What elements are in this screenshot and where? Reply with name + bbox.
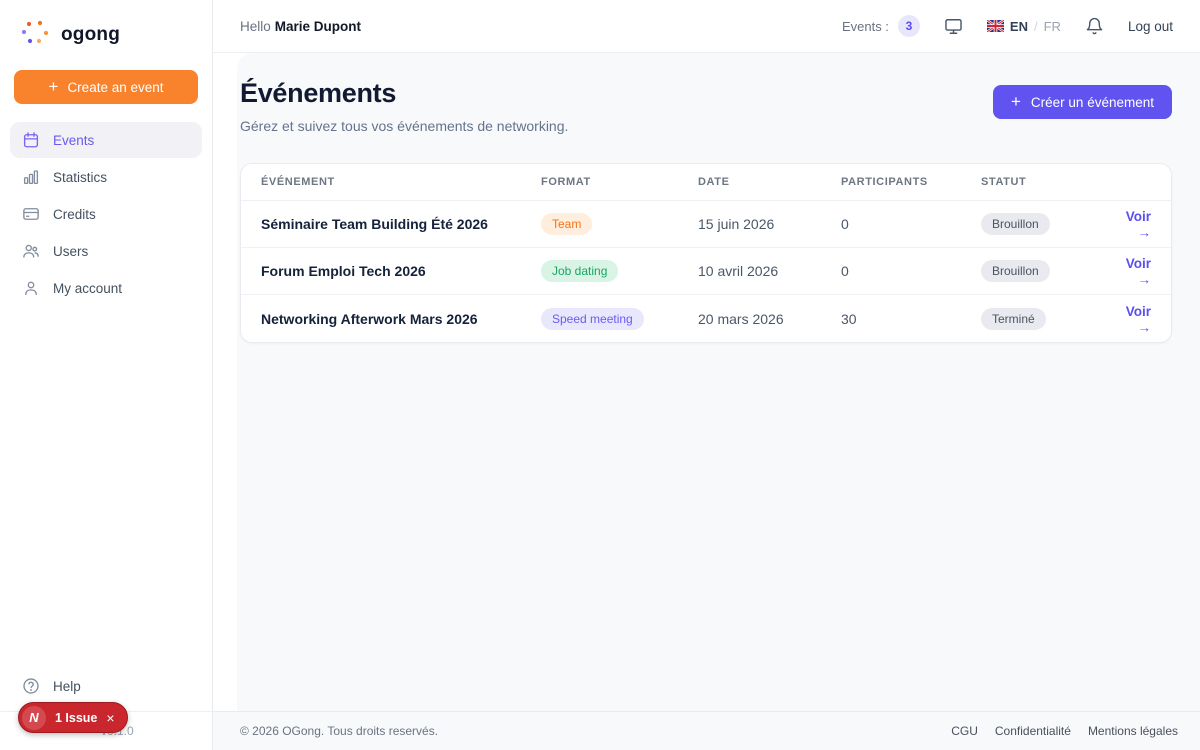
sidebar-nav: Events Statistics Credits Users My accou… <box>0 122 212 306</box>
content-panel: Événements Gérez et suivez tous vos évén… <box>237 53 1200 711</box>
footer-link[interactable]: CGU <box>951 724 978 738</box>
event-participants: 0 <box>841 216 981 232</box>
column-header: DATE <box>698 176 841 188</box>
monitor-icon[interactable] <box>944 17 963 36</box>
event-participants: 0 <box>841 263 981 279</box>
sidebar-item-help[interactable]: Help <box>10 668 202 704</box>
table-header-row: ÉVÉNEMENTFORMATDATEPARTICIPANTSSTATUT <box>241 164 1171 201</box>
sidebar-item-label: My account <box>53 281 122 296</box>
bell-icon[interactable] <box>1085 17 1104 36</box>
sidebar-item[interactable]: Events <box>10 122 202 158</box>
status-badge: Brouillon <box>981 213 1050 235</box>
brand: ogong <box>0 0 212 51</box>
page-header: Événements Gérez et suivez tous vos évén… <box>240 78 1172 134</box>
format-badge: Speed meeting <box>541 308 644 330</box>
create-event-button-fr[interactable]: + Créer un événement <box>993 85 1172 119</box>
sidebar: ogong + Create an event Events Statistic… <box>0 0 213 750</box>
logout-button[interactable]: Log out <box>1128 19 1173 34</box>
sidebar-item[interactable]: My account <box>10 270 202 306</box>
copyright: © 2026 OGong. Tous droits reservés. <box>240 724 438 738</box>
sidebar-item-label: Events <box>53 133 94 148</box>
event-participants: 30 <box>841 311 981 327</box>
create-event-button[interactable]: + Create an event <box>14 70 198 104</box>
plus-icon: + <box>49 78 59 95</box>
plus-icon: + <box>1011 93 1021 110</box>
sidebar-item-label: Credits <box>53 207 96 222</box>
column-header: FORMAT <box>541 176 698 188</box>
page-title: Événements <box>240 78 568 109</box>
table-body: Séminaire Team Building Été 2026 Team 15… <box>241 201 1171 342</box>
table-row[interactable]: Networking Afterwork Mars 2026 Speed mee… <box>241 295 1171 342</box>
brand-name: ogong <box>61 24 120 46</box>
help-circle-icon <box>22 677 40 695</box>
event-name: Forum Emploi Tech 2026 <box>241 263 541 279</box>
main-column: HelloMarie Dupont Events : 3 <box>213 0 1200 750</box>
sidebar-item[interactable]: Credits <box>10 196 202 232</box>
calendar-icon <box>22 131 40 149</box>
issue-count-label: 1 Issue <box>55 711 97 725</box>
sidebar-item[interactable]: Statistics <box>10 159 202 195</box>
view-link[interactable]: Voir → <box>1126 304 1151 335</box>
sidebar-item-label: Statistics <box>53 170 107 185</box>
events-counter: Events : 3 <box>842 15 920 37</box>
column-header: STATUT <box>981 176 1116 188</box>
event-date: 10 avril 2026 <box>698 263 841 279</box>
view-link[interactable]: Voir → <box>1126 209 1151 240</box>
topbar-actions: Events : 3 <box>842 15 1173 37</box>
event-name: Séminaire Team Building Été 2026 <box>241 216 541 232</box>
events-table: ÉVÉNEMENTFORMATDATEPARTICIPANTSSTATUT Sé… <box>240 163 1172 343</box>
event-date: 20 mars 2026 <box>698 311 841 327</box>
footer: © 2026 OGong. Tous droits reservés. CGUC… <box>213 711 1200 750</box>
format-badge: Team <box>541 213 592 235</box>
footer-link[interactable]: Mentions légales <box>1088 724 1178 738</box>
sidebar-item[interactable]: Users <box>10 233 202 269</box>
events-count-badge: 3 <box>898 15 920 37</box>
app-shell: ogong + Create an event Events Statistic… <box>0 0 1200 750</box>
view-link[interactable]: Voir → <box>1126 256 1151 287</box>
sidebar-item-label: Users <box>53 244 88 259</box>
lang-fr[interactable]: FR <box>1044 19 1061 34</box>
issues-widget[interactable]: N 1 Issue × <box>18 702 128 733</box>
credit-card-icon <box>22 205 40 223</box>
status-badge: Brouillon <box>981 260 1050 282</box>
n-logo-icon: N <box>22 706 46 730</box>
create-event-label: Create an event <box>67 80 163 95</box>
column-header: ÉVÉNEMENT <box>241 176 541 188</box>
footer-links: CGU Confidentialité Mentions légales <box>951 724 1178 738</box>
user-name: Marie Dupont <box>275 19 361 34</box>
close-icon[interactable]: × <box>106 711 114 725</box>
lang-en[interactable]: EN <box>1010 19 1028 34</box>
footer-link[interactable]: Confidentialité <box>995 724 1071 738</box>
table-row[interactable]: Forum Emploi Tech 2026 Job dating 10 avr… <box>241 248 1171 295</box>
status-badge: Terminé <box>981 308 1046 330</box>
format-badge: Job dating <box>541 260 618 282</box>
event-date: 15 juin 2026 <box>698 216 841 232</box>
users-icon <box>22 242 40 260</box>
ogong-logo-icon <box>19 19 51 51</box>
table-row[interactable]: Séminaire Team Building Été 2026 Team 15… <box>241 201 1171 248</box>
column-header: PARTICIPANTS <box>841 176 981 188</box>
greeting: HelloMarie Dupont <box>240 19 361 34</box>
bar-chart-icon <box>22 168 40 186</box>
event-name: Networking Afterwork Mars 2026 <box>241 311 541 327</box>
uk-flag-icon <box>987 20 1004 32</box>
language-switcher[interactable]: EN / FR <box>987 19 1061 34</box>
help-label: Help <box>53 679 81 694</box>
page-subtitle: Gérez et suivez tous vos événements de n… <box>240 118 568 134</box>
topbar: HelloMarie Dupont Events : 3 <box>213 0 1200 53</box>
user-icon <box>22 279 40 297</box>
